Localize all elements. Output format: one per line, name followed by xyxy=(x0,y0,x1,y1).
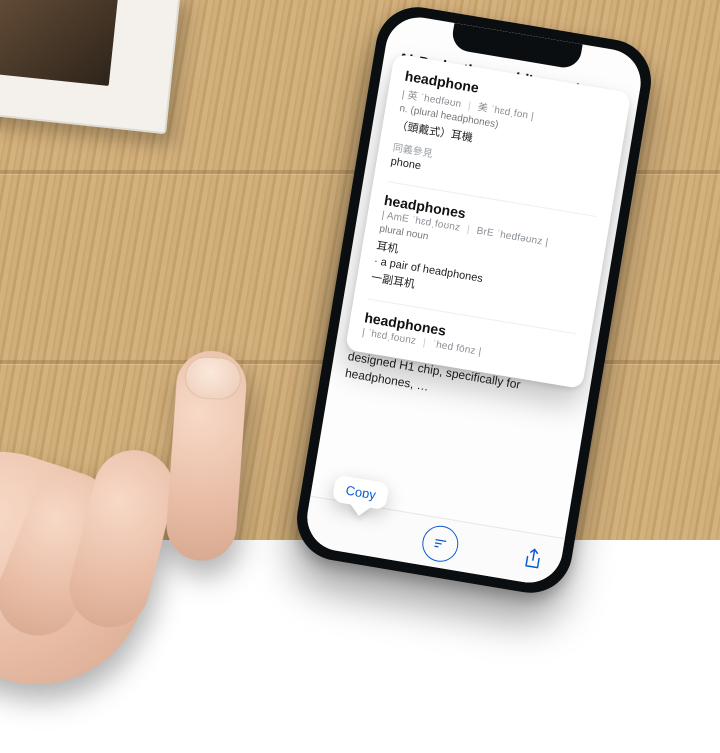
dictionary-entry[interactable]: headphones | AmE ˈhɛdˌfoʊnz | BrE ˈhedfə… xyxy=(370,181,596,320)
lookup-popup[interactable]: headphone | 英 ˈhedfəʊn | 美 ˈhɛdˌfon | n.… xyxy=(345,54,631,389)
copy-action[interactable]: Copy xyxy=(345,483,377,503)
share-icon xyxy=(521,545,545,572)
reader-button[interactable] xyxy=(420,523,461,564)
share-button[interactable] xyxy=(521,545,545,572)
toolbar-spacer xyxy=(321,507,360,546)
product-box xyxy=(0,0,181,134)
text-size-icon xyxy=(431,534,449,552)
dictionary-entry[interactable]: headphone | 英 ˈhedfəʊn | 美 ˈhɛdˌfon | n.… xyxy=(390,68,616,203)
